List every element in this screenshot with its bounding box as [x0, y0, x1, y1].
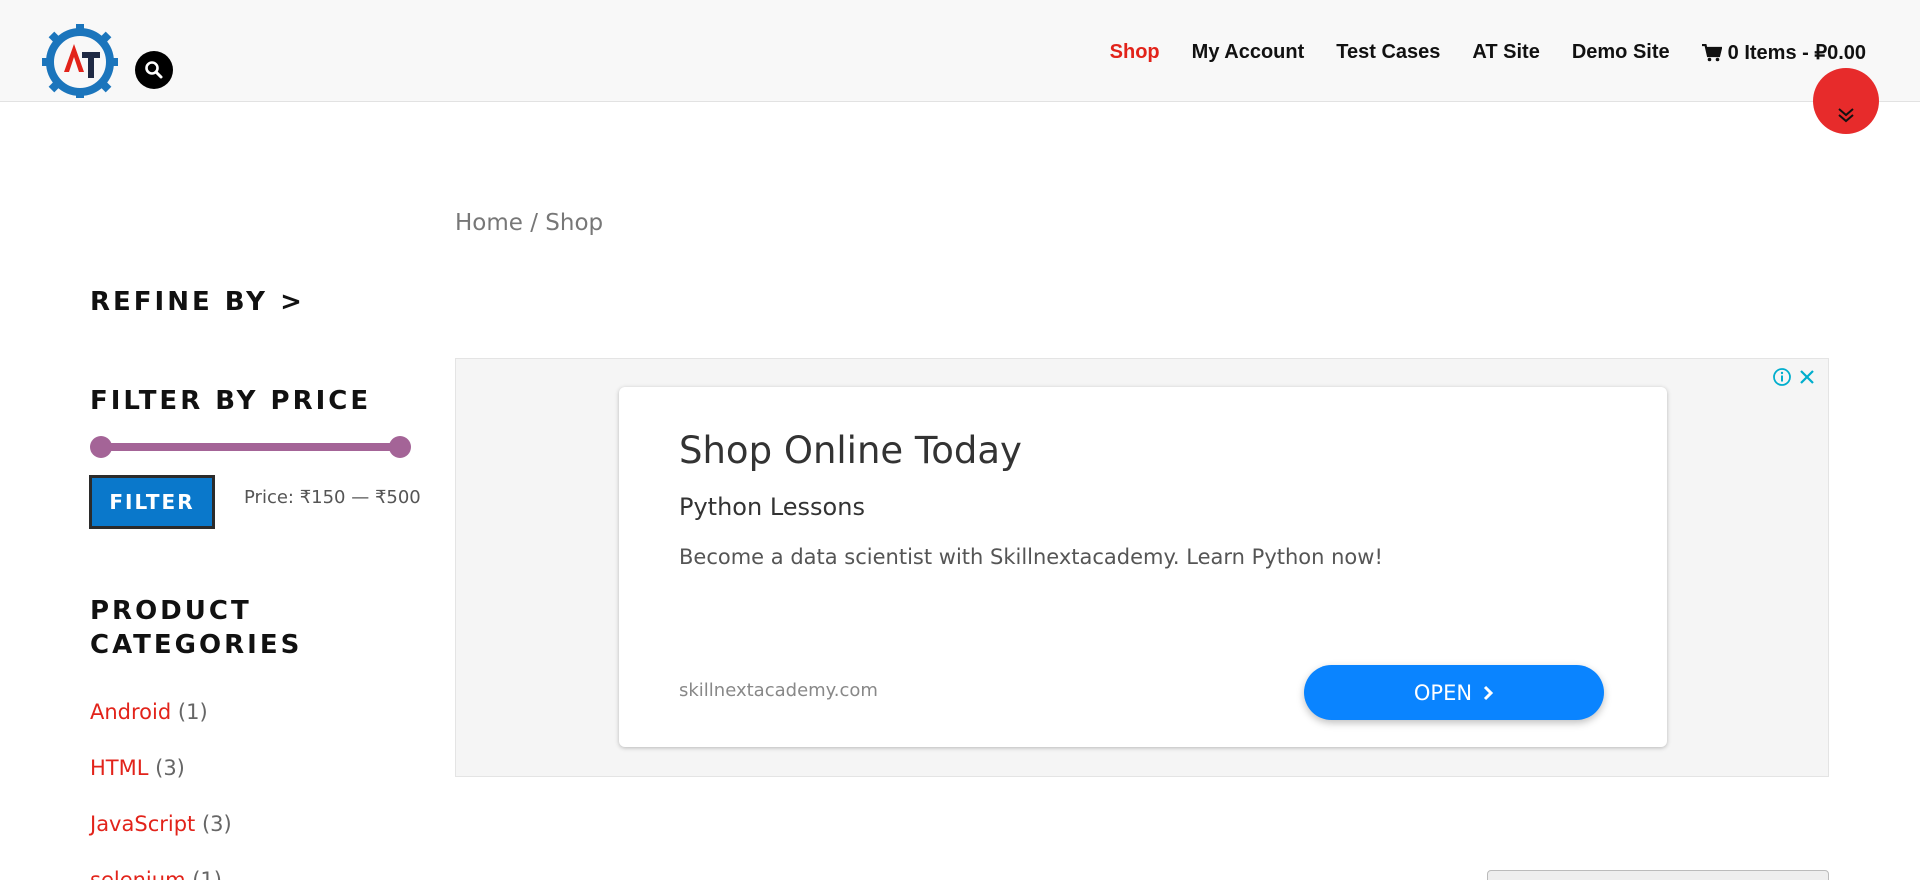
chevron-double-down-icon	[1838, 108, 1854, 123]
ad-info-icon[interactable]	[1772, 367, 1792, 387]
ad-card[interactable]: Shop Online Today Python Lessons Become …	[619, 387, 1667, 747]
ad-controls	[1772, 367, 1816, 387]
cart-summary: 0 Items - ₽0.00	[1727, 42, 1866, 64]
nav-at-site[interactable]: AT Site	[1472, 41, 1539, 64]
chevron-right-icon	[1484, 685, 1494, 700]
nav-my-account[interactable]: My Account	[1192, 41, 1305, 64]
nav-shop[interactable]: Shop	[1110, 41, 1160, 64]
category-count: (3)	[201, 812, 232, 836]
category-count: (1)	[177, 700, 208, 724]
price-slider-track[interactable]	[100, 443, 400, 451]
cart-icon	[1701, 43, 1722, 61]
breadcrumb[interactable]: Home / Shop	[455, 210, 603, 236]
category-count: (3)	[155, 756, 185, 780]
scroll-down-button[interactable]	[1813, 68, 1879, 134]
ad-open-label: OPEN	[1413, 680, 1473, 705]
nav-test-cases[interactable]: Test Cases	[1336, 41, 1440, 64]
list-item: selenium (1)	[90, 868, 232, 880]
ad-open-button[interactable]: OPEN	[1304, 665, 1604, 720]
ad-banner: Shop Online Today Python Lessons Become …	[455, 358, 1829, 777]
ad-close-icon[interactable]	[1798, 368, 1816, 386]
ad-domain: skillnextacademy.com	[679, 680, 878, 701]
refine-by-toggle[interactable]: REFINE BY >	[90, 287, 305, 317]
sort-select[interactable]	[1487, 870, 1829, 880]
ad-headline[interactable]: Shop Online Today	[679, 429, 1022, 472]
price-slider-max-handle[interactable]	[389, 436, 411, 458]
main-nav: Shop My Account Test Cases AT Site Demo …	[1078, 40, 1866, 65]
price-slider-min-handle[interactable]	[90, 436, 112, 458]
category-link-javascript[interactable]: JavaScript	[90, 812, 195, 836]
product-categories-heading: PRODUCT CATEGORIES	[90, 596, 303, 660]
category-link-html[interactable]: HTML	[90, 756, 148, 780]
search-icon	[145, 61, 163, 79]
search-button[interactable]	[135, 51, 173, 89]
nav-demo-site[interactable]: Demo Site	[1572, 41, 1670, 64]
site-header: Shop My Account Test Cases AT Site Demo …	[0, 0, 1920, 102]
category-list: Android (1) HTML (3) JavaScript (3) sele…	[90, 700, 232, 880]
filter-button[interactable]: FILTER	[89, 475, 215, 529]
list-item: JavaScript (3)	[90, 812, 232, 868]
list-item: Android (1)	[90, 700, 232, 756]
category-count: (1)	[192, 868, 222, 880]
price-range-label: Price: ₹150 — ₹500	[244, 487, 421, 508]
category-link-android[interactable]: Android	[90, 700, 171, 724]
ad-body-text: Become a data scientist with Skillnextac…	[679, 545, 1383, 569]
nav-cart[interactable]: 0 Items - ₽0.00	[1701, 40, 1866, 65]
list-item: HTML (3)	[90, 756, 232, 812]
ad-subheadline: Python Lessons	[679, 493, 865, 521]
filter-by-price-heading: FILTER BY PRICE	[90, 386, 372, 416]
category-link-selenium[interactable]: selenium	[90, 868, 186, 880]
site-logo[interactable]	[42, 22, 120, 98]
